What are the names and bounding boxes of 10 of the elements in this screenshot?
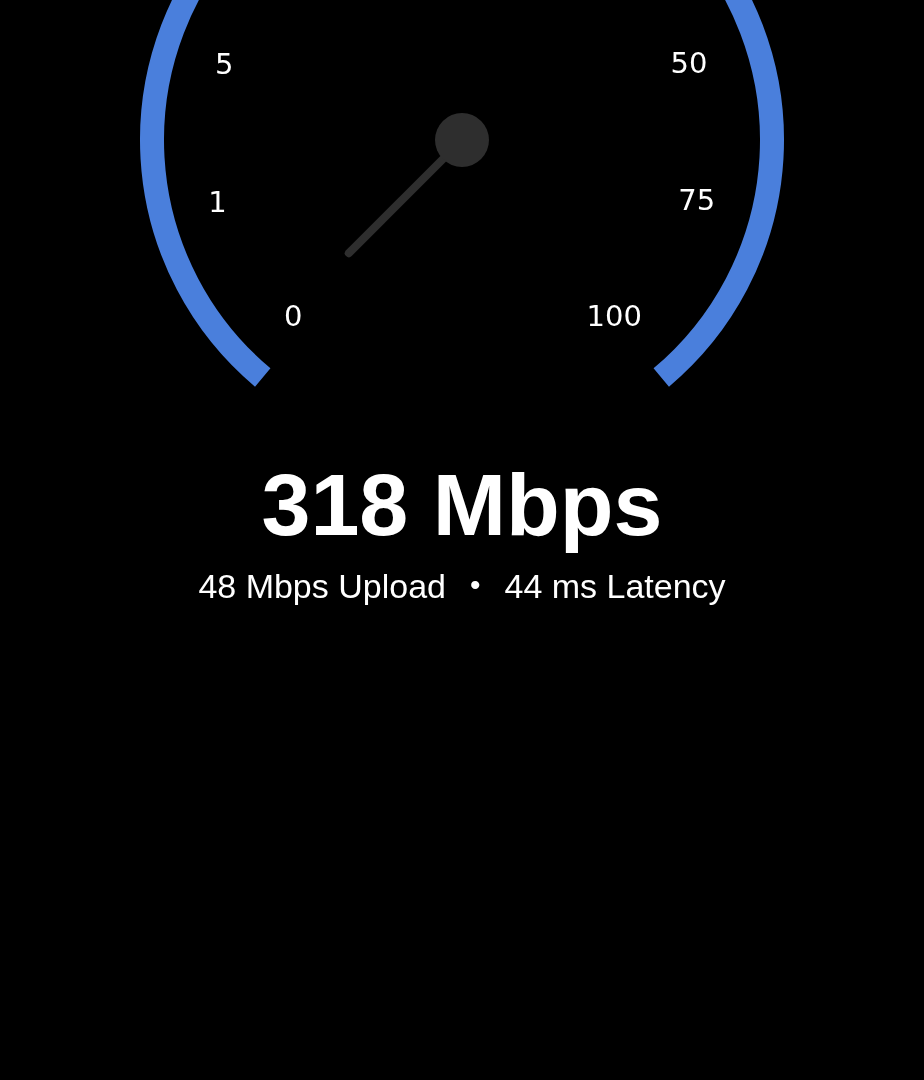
download-speed: 318 Mbps [261, 454, 663, 556]
scale-label: 1 [208, 184, 227, 219]
scale-label: 5 [215, 46, 234, 81]
scale-label: 75 [678, 182, 716, 217]
separator-dot: • [470, 568, 481, 603]
upload-speed: 48 Mbps Upload [198, 568, 446, 606]
latency: 44 ms Latency [504, 568, 726, 606]
scale-label: 100 [586, 299, 642, 334]
scale-label: 0 [283, 298, 303, 333]
scale-label: 50 [670, 45, 708, 80]
